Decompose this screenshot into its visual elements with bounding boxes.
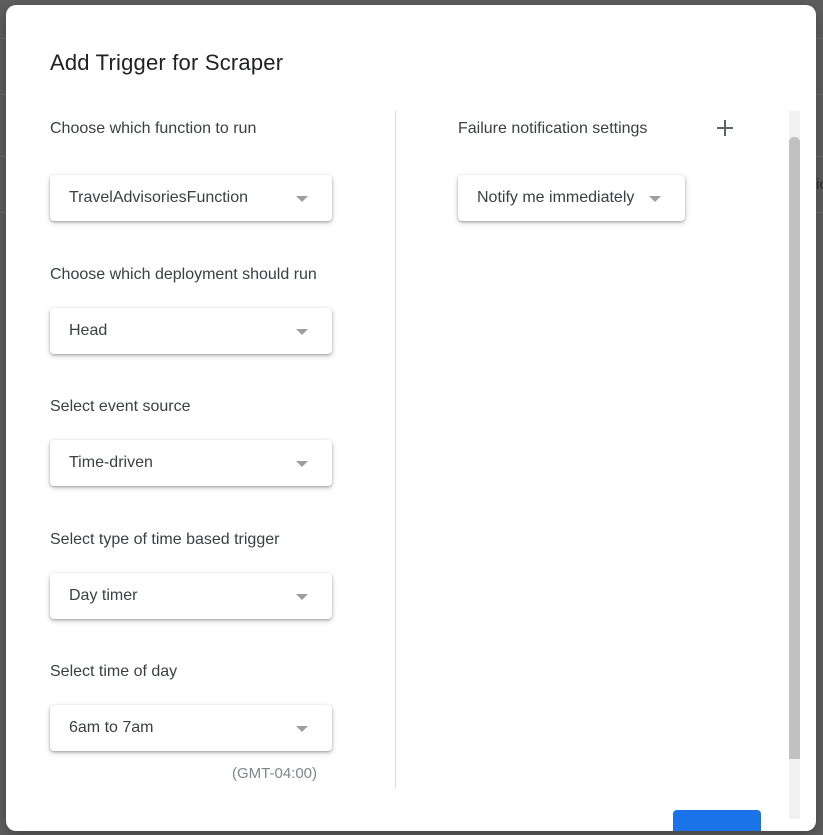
failure-notification-select-value: Notify me immediately bbox=[477, 189, 635, 206]
save-button[interactable] bbox=[673, 810, 761, 831]
dropdown-arrow-icon bbox=[649, 196, 661, 202]
dropdown-arrow-icon bbox=[296, 461, 308, 467]
event-source-select[interactable]: Time-driven bbox=[50, 440, 332, 486]
trigger-type-select[interactable]: Day timer bbox=[50, 573, 332, 619]
failure-notification-select[interactable]: Notify me immediately bbox=[458, 175, 685, 221]
plus-icon[interactable] bbox=[713, 116, 737, 140]
dropdown-arrow-icon bbox=[296, 594, 308, 600]
deployment-label: Choose which deployment should run bbox=[50, 266, 317, 283]
event-source-select-value: Time-driven bbox=[69, 454, 153, 471]
scrollbar-thumb[interactable] bbox=[789, 137, 800, 759]
deployment-select-value: Head bbox=[69, 322, 108, 339]
trigger-type-select-value: Day timer bbox=[69, 587, 138, 604]
dropdown-arrow-icon bbox=[296, 196, 308, 202]
time-of-day-select-value: 6am to 7am bbox=[69, 719, 154, 736]
background-partial-text: ic bbox=[816, 176, 823, 193]
time-of-day-label: Select time of day bbox=[50, 663, 178, 680]
dropdown-arrow-icon bbox=[296, 726, 308, 732]
add-trigger-dialog: Add Trigger for Scraper Choose which fun… bbox=[6, 5, 816, 831]
function-label: Choose which function to run bbox=[50, 120, 257, 137]
dropdown-arrow-icon bbox=[296, 329, 308, 335]
function-select[interactable]: TravelAdvisoriesFunction bbox=[50, 175, 332, 221]
dialog-title: Add Trigger for Scraper bbox=[50, 50, 284, 75]
trigger-type-label: Select type of time based trigger bbox=[50, 531, 280, 548]
time-of-day-select[interactable]: 6am to 7am bbox=[50, 705, 332, 751]
column-divider bbox=[395, 111, 396, 788]
timezone-label: (GMT-04:00) bbox=[232, 765, 318, 782]
deployment-select[interactable]: Head bbox=[50, 308, 332, 354]
dialog-scrollbar[interactable] bbox=[789, 111, 800, 819]
failure-notification-label: Failure notification settings bbox=[458, 120, 648, 137]
event-source-label: Select event source bbox=[50, 398, 191, 415]
function-select-value: TravelAdvisoriesFunction bbox=[69, 189, 249, 206]
